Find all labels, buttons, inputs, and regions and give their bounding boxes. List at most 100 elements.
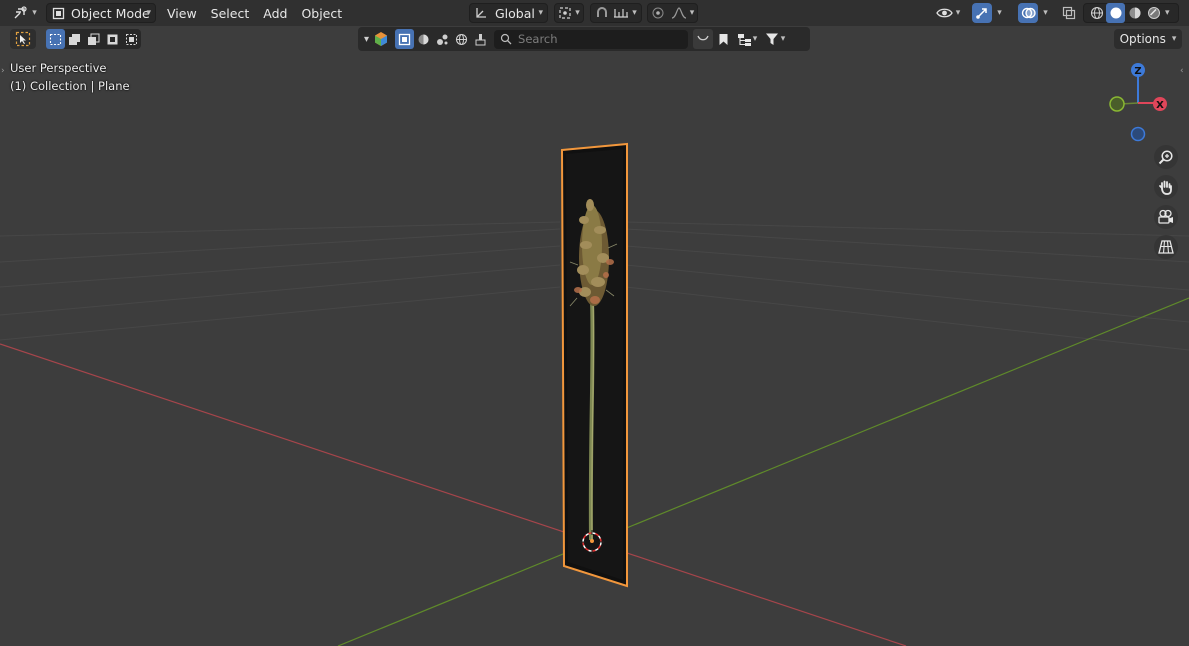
material-shading-icon [1129, 7, 1140, 19]
visibility-icon [935, 8, 953, 18]
header-menus: View Select Add Object [160, 6, 349, 21]
camera-icon [1158, 209, 1173, 224]
fake-user-toggle[interactable] [693, 29, 714, 49]
zoom-icon [1158, 150, 1173, 165]
solid-shading-button[interactable] [1106, 3, 1125, 23]
visibility-dropdown[interactable]: ▾ [931, 3, 965, 23]
hierarchy-dropdown[interactable]: ▾ [733, 29, 761, 49]
shield-icon [697, 35, 709, 41]
filter-world-button[interactable] [452, 29, 471, 49]
mode-dropdown[interactable]: Object Mode ▾ [46, 3, 156, 23]
navigation-gizmo[interactable]: Z X [1109, 63, 1167, 142]
search-input[interactable] [518, 32, 679, 46]
menu-object[interactable]: Object [294, 6, 349, 21]
funnel-icon [765, 33, 778, 45]
y-axis-line [337, 297, 1189, 646]
menu-view[interactable]: View [160, 6, 204, 21]
bookmark-icon [719, 33, 728, 45]
filter-dropdown[interactable]: ▾ [761, 29, 789, 49]
gizmo-icon [976, 8, 987, 19]
ortho-toggle-button[interactable] [1154, 235, 1178, 259]
sidebar-expand-arrow-icon[interactable]: ‹ [1180, 66, 1184, 76]
select-intersect-button[interactable] [122, 29, 141, 49]
viewport-canvas[interactable]: Z X [0, 0, 1189, 646]
toolbar-expand-arrow-icon[interactable]: › [1, 66, 5, 76]
object-mode-icon [52, 7, 65, 19]
rendered-shading-icon [1147, 7, 1160, 19]
pan-button[interactable] [1154, 175, 1178, 199]
pan-hand-icon [1159, 180, 1172, 195]
solid-shading-icon [1110, 7, 1121, 19]
editor-type-icon [14, 6, 27, 19]
rendered-shading-button[interactable] [1144, 3, 1163, 23]
material-shading-button[interactable] [1125, 3, 1144, 23]
wireframe-shading-button[interactable] [1087, 3, 1106, 23]
select-subtract-button[interactable] [84, 29, 103, 49]
options-label: Options [1119, 32, 1166, 46]
transform-orientation-icon [476, 8, 486, 18]
select-intersect-icon [126, 33, 137, 45]
snap-increment-icon [614, 9, 629, 18]
grid-view-icon [1158, 240, 1174, 254]
select-new-icon [49, 33, 62, 45]
overlay-toggle-group[interactable]: ▾ [1013, 3, 1053, 23]
select-extend-icon [69, 33, 80, 45]
pivot-point-dropdown[interactable]: ▾ [554, 3, 584, 23]
pivot-icon [559, 7, 571, 19]
select-new-button[interactable] [46, 29, 65, 49]
xray-toggle[interactable] [1059, 3, 1079, 23]
collapse-chevron-icon[interactable]: ▾ [364, 34, 369, 45]
world-icon [455, 33, 468, 45]
particles-icon [437, 34, 448, 45]
wireframe-shading-icon [1090, 6, 1103, 20]
object-type-icon[interactable] [373, 31, 389, 47]
select-extend-button[interactable] [65, 29, 84, 49]
filter-particles-button[interactable] [433, 29, 452, 49]
shading-mode-group[interactable]: ▾ [1083, 3, 1179, 23]
overlay-icon [1021, 7, 1036, 19]
editor-type-button[interactable]: ▾ [10, 3, 40, 23]
select-tool-button[interactable] [10, 29, 36, 49]
proportional-edit-group[interactable]: ▾ [647, 3, 698, 23]
filter-material-button[interactable] [414, 29, 433, 49]
options-dropdown[interactable]: Options ▾ [1114, 29, 1182, 49]
filter-object-button[interactable] [395, 29, 415, 49]
snap-icon [597, 7, 608, 17]
overlay-toggle[interactable] [1018, 3, 1039, 23]
gizmo-z-negative[interactable] [1130, 126, 1146, 142]
snap-group[interactable]: ▾ [590, 3, 642, 23]
x-axis-line [0, 343, 907, 646]
select-subtract-icon [88, 33, 100, 45]
gizmo-toggle-group[interactable]: ▾ [967, 3, 1007, 23]
select-tool-row [10, 28, 141, 50]
falloff-icon [671, 7, 686, 19]
gizmo-z-label: Z [1134, 66, 1141, 77]
xray-icon [1062, 6, 1076, 20]
gizmo-x-label: X [1156, 100, 1164, 111]
transform-orientation-dropdown[interactable]: Global ▾ [469, 3, 548, 23]
menu-add[interactable]: Add [256, 6, 294, 21]
bookmark-toggle[interactable] [713, 29, 733, 49]
plane-object[interactable] [560, 142, 628, 588]
select-invert-button[interactable] [103, 29, 122, 49]
hierarchy-icon [737, 33, 751, 46]
select-box-tool-icon [15, 31, 31, 47]
orientation-label: Global [495, 5, 535, 21]
select-invert-icon [107, 34, 118, 44]
gizmo-toggle[interactable] [972, 3, 993, 23]
mode-label: Object Mode [71, 5, 150, 21]
filter-type-group[interactable] [395, 29, 490, 49]
search-field[interactable] [494, 29, 689, 49]
filter-brush-button[interactable] [471, 29, 490, 49]
brush-icon [475, 33, 486, 45]
material-sphere-icon [418, 34, 429, 44]
zoom-button[interactable] [1154, 145, 1178, 169]
3d-viewport[interactable]: Z X ▾ Object Mode ▾ View Select Add Obje… [0, 0, 1189, 646]
perspective-label: User Perspective [10, 61, 107, 75]
camera-view-button[interactable] [1154, 205, 1178, 229]
gizmo-y-negative[interactable] [1109, 96, 1125, 112]
square-select-icon [398, 33, 411, 45]
selection-mode-group[interactable] [46, 29, 141, 49]
viewport-header: ▾ Object Mode ▾ View Select Add Object G… [0, 0, 1189, 26]
menu-select[interactable]: Select [204, 6, 257, 21]
